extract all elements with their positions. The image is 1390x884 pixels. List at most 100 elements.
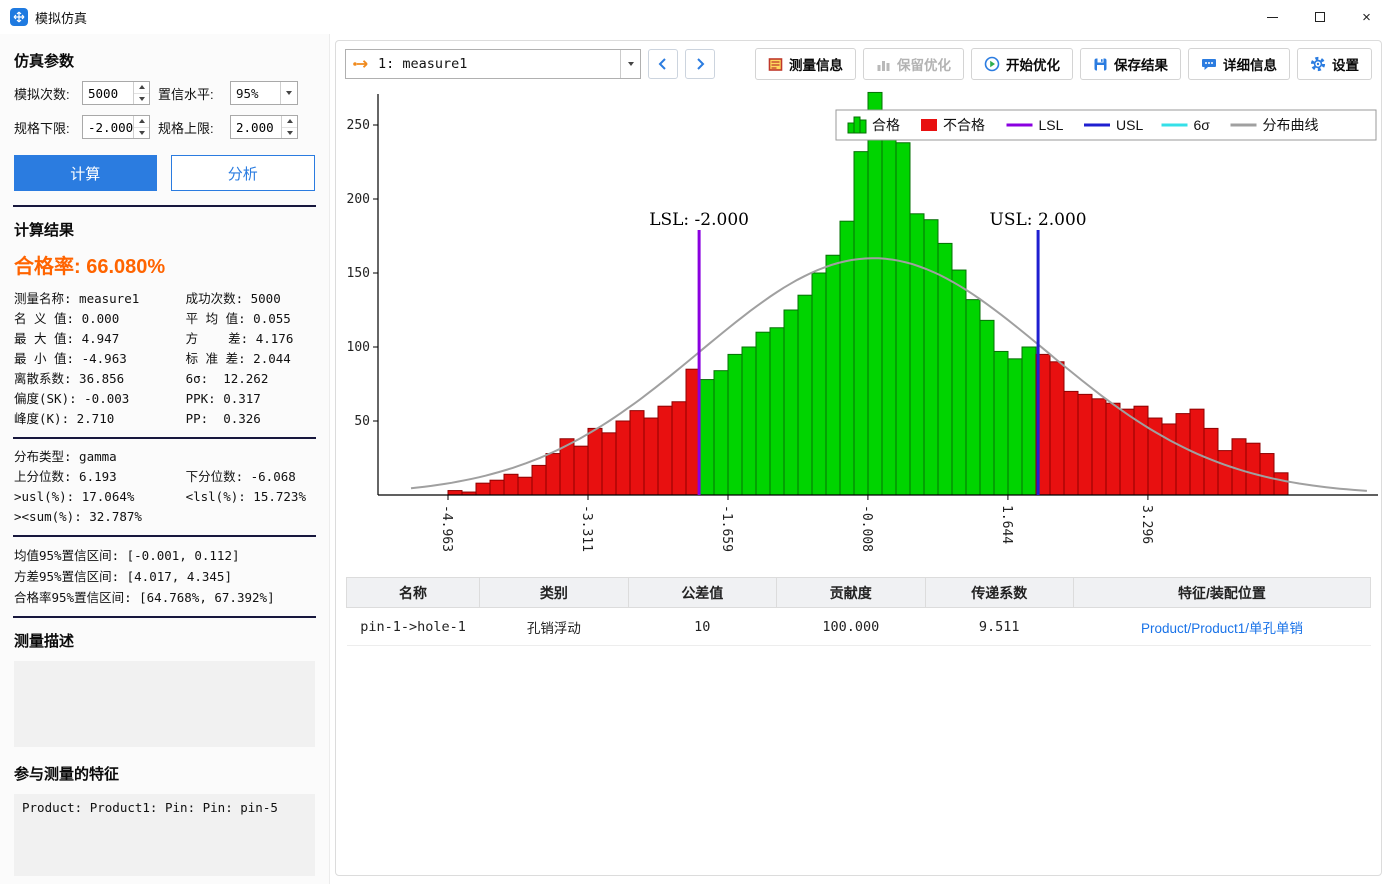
svg-text:150: 150 <box>347 266 370 281</box>
spinner-arrows-icon[interactable] <box>281 116 297 138</box>
spec-upper-stepper[interactable] <box>230 115 298 139</box>
confidence-select[interactable]: 95% <box>230 81 298 105</box>
spec-upper-input[interactable] <box>231 116 281 138</box>
orange-arrow-icon <box>353 58 371 70</box>
calculate-button[interactable]: 计算 <box>14 155 157 191</box>
minimize-button[interactable] <box>1249 0 1296 34</box>
app-icon <box>10 8 28 26</box>
mean-confidence-interval: 均值95%置信区间: [-0.001, 0.112] <box>14 545 315 566</box>
simulation-sidebar: 仿真参数 模拟次数: 置信水平: 95% 规格下限: 规格上限: <box>0 34 330 884</box>
chevron-right-icon <box>694 57 706 71</box>
cell-tolerance: 10 <box>628 608 776 646</box>
svg-text:USL: USL <box>1116 117 1143 133</box>
svg-text:不合格: 不合格 <box>943 117 985 133</box>
col-contribution: 贡献度 <box>777 578 925 608</box>
svg-text:-4.963: -4.963 <box>439 505 454 552</box>
spec-lower-input[interactable] <box>83 116 133 138</box>
close-button[interactable]: × <box>1343 0 1390 34</box>
col-tolerance: 公差值 <box>628 578 776 608</box>
measure-description-box[interactable] <box>14 661 315 747</box>
histogram-svg: 50100150200250-4.963-3.311-1.659-0.0081.… <box>344 88 1382 566</box>
save-icon <box>1093 57 1108 72</box>
svg-text:6σ: 6σ <box>1194 117 1211 133</box>
pass-rate-value: 66.080% <box>86 256 165 278</box>
svg-text:200: 200 <box>347 192 370 207</box>
next-measure-button[interactable] <box>685 49 715 79</box>
window-titlebar: 模拟仿真 × <box>0 0 1390 34</box>
col-category: 类别 <box>480 578 628 608</box>
chevron-down-icon[interactable] <box>280 82 297 104</box>
svg-text:USL: 2.000: USL: 2.000 <box>990 210 1087 230</box>
measured-features-box: Product: Product1: Pin: Pin: pin-5 <box>14 794 315 876</box>
dist-item: 分布类型: gamma <box>14 447 186 467</box>
spec-lower-label: 规格下限: <box>14 118 74 137</box>
stat-item: 方 差: 4.176 <box>186 329 315 349</box>
stat-item: PP: 0.326 <box>186 409 315 429</box>
description-title: 测量描述 <box>14 630 315 651</box>
stat-item: 平 均 值: 0.055 <box>186 309 315 329</box>
sim-count-label: 模拟次数: <box>14 84 74 103</box>
save-results-button[interactable]: 保存结果 <box>1080 48 1181 80</box>
toolbar: 1: measure1 测量信息 保留优化 开始优化 <box>336 41 1381 86</box>
passrate-confidence-interval: 合格率95%置信区间: [64.768%, 67.392%] <box>14 587 315 608</box>
results-panel: 1: measure1 测量信息 保留优化 开始优化 <box>335 40 1382 876</box>
param-grid: 模拟次数: 置信水平: 95% 规格下限: 规格上限: <box>14 81 315 139</box>
stat-item: 最 小 值: -4.963 <box>14 349 186 369</box>
stats-grid: 测量名称: measure1成功次数: 5000 名 义 值: 0.000平 均… <box>14 289 315 429</box>
cell-name: pin-1->hole-1 <box>347 608 480 646</box>
measure-select[interactable]: 1: measure1 <box>345 49 641 79</box>
svg-text:合格: 合格 <box>872 117 900 133</box>
spec-upper-label: 规格上限: <box>158 118 222 137</box>
svg-text:100: 100 <box>347 340 370 355</box>
col-transfer-coeff: 传递系数 <box>925 578 1073 608</box>
dist-item: 下分位数: -6.068 <box>186 467 315 487</box>
contribution-table: 名称 类别 公差值 贡献度 传递系数 特征/装配位置 pin-1->hole-1… <box>346 577 1371 646</box>
svg-text:-3.311: -3.311 <box>579 505 594 552</box>
stat-item: 名 义 值: 0.000 <box>14 309 186 329</box>
maximize-button[interactable] <box>1296 0 1343 34</box>
window-title: 模拟仿真 <box>35 8 87 27</box>
stat-item: 6σ: 12.262 <box>186 369 315 389</box>
col-name: 名称 <box>347 578 480 608</box>
svg-text:-1.659: -1.659 <box>719 505 734 552</box>
keep-optimization-button[interactable]: 保留优化 <box>863 48 964 80</box>
cell-category: 孔销浮动 <box>480 608 628 646</box>
svg-text:250: 250 <box>347 118 370 133</box>
dist-item: 上分位数: 6.193 <box>14 467 186 487</box>
start-optimization-button[interactable]: 开始优化 <box>971 48 1073 80</box>
divider <box>13 616 316 618</box>
measure-info-icon <box>768 57 783 72</box>
table-header-row: 名称 类别 公差值 贡献度 传递系数 特征/装配位置 <box>347 578 1371 608</box>
svg-text:-0.008: -0.008 <box>859 505 874 552</box>
measure-info-button[interactable]: 测量信息 <box>755 48 856 80</box>
pass-rate: 合格率: 66.080% <box>14 250 315 279</box>
stat-item: 成功次数: 5000 <box>186 289 315 309</box>
dist-item: >usl(%): 17.064% <box>14 487 186 507</box>
play-icon <box>984 56 1000 72</box>
details-button[interactable]: 详细信息 <box>1188 48 1290 80</box>
gear-icon <box>1310 56 1326 72</box>
stat-item: 标 准 差: 2.044 <box>186 349 315 369</box>
svg-text:3.296: 3.296 <box>1139 505 1154 544</box>
settings-button[interactable]: 设置 <box>1297 48 1372 80</box>
spec-lower-stepper[interactable] <box>82 115 150 139</box>
divider <box>13 205 316 207</box>
chevron-down-icon[interactable] <box>620 50 640 78</box>
spinner-arrows-icon[interactable] <box>133 82 149 104</box>
dist-item <box>186 507 315 527</box>
svg-text:LSL: LSL <box>1039 117 1064 133</box>
analyze-button[interactable]: 分析 <box>171 155 316 191</box>
spinner-arrows-icon[interactable] <box>133 116 149 138</box>
maximize-icon <box>1315 12 1325 22</box>
prev-measure-button[interactable] <box>648 49 678 79</box>
dist-item: <lsl(%): 15.723% <box>186 487 315 507</box>
svg-text:分布曲线: 分布曲线 <box>1263 117 1319 133</box>
svg-text:1.644: 1.644 <box>999 505 1014 544</box>
sim-count-input[interactable] <box>83 82 133 104</box>
feature-position-link[interactable]: Product/Product1/单孔单销 <box>1073 608 1370 646</box>
variance-confidence-interval: 方差95%置信区间: [4.017, 4.345] <box>14 566 315 587</box>
sim-count-stepper[interactable] <box>82 81 150 105</box>
measure-select-value: 1: measure1 <box>378 56 467 72</box>
cell-transfer-coeff: 9.511 <box>925 608 1073 646</box>
bar-chart-icon <box>876 57 891 72</box>
